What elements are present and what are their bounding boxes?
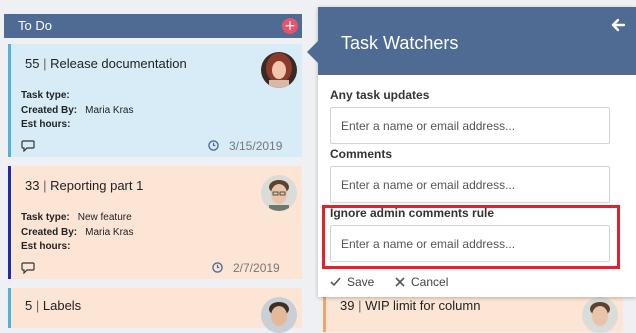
card-separator: | bbox=[35, 298, 40, 313]
ignore-admin-comments-input[interactable] bbox=[330, 225, 610, 262]
comment-icon[interactable] bbox=[21, 262, 35, 274]
due-date: 2/7/2019 bbox=[233, 261, 280, 275]
plus-icon: + bbox=[284, 18, 296, 34]
x-icon bbox=[395, 277, 405, 287]
task-watchers-popup: Task Watchers Any task updates Comments … bbox=[307, 7, 636, 297]
column-header: To Do + bbox=[4, 14, 302, 38]
card-title-text: Labels bbox=[42, 298, 82, 313]
cancel-label: Cancel bbox=[411, 275, 449, 289]
task-card-39[interactable]: 39 | WIP limit for column bbox=[323, 292, 623, 333]
clock-icon bbox=[208, 140, 219, 151]
task-type-label: Task type: bbox=[21, 90, 70, 101]
created-by-value: Maria Kras bbox=[85, 226, 134, 238]
popup-title: Task Watchers bbox=[341, 33, 459, 53]
clock-icon bbox=[212, 262, 223, 273]
card-title-text: Reporting part 1 bbox=[50, 178, 144, 193]
task-type-value: New feature bbox=[77, 212, 132, 223]
cancel-button[interactable]: Cancel bbox=[395, 275, 448, 289]
save-button[interactable]: Save bbox=[330, 275, 374, 289]
card-separator: | bbox=[43, 56, 47, 71]
check-icon bbox=[330, 277, 341, 287]
card-number: 55 bbox=[25, 56, 40, 71]
est-hours-label: Est hours: bbox=[21, 119, 71, 130]
comment-icon[interactable] bbox=[21, 140, 35, 152]
avatar bbox=[582, 297, 618, 333]
due-date: 3/15/2019 bbox=[229, 139, 283, 153]
task-type-label: Task type: bbox=[21, 212, 70, 223]
card-title-text: Release documentation bbox=[50, 56, 187, 71]
comments-input[interactable] bbox=[330, 166, 610, 203]
add-task-button[interactable]: + bbox=[282, 18, 298, 34]
back-arrow-icon[interactable] bbox=[610, 17, 626, 33]
card-number: 5 bbox=[25, 298, 33, 313]
created-by-label: Created By: bbox=[21, 104, 78, 116]
card-separator: | bbox=[43, 178, 47, 193]
save-label: Save bbox=[347, 275, 375, 289]
comments-label: Comments bbox=[330, 147, 393, 161]
card-title: 39 | WIP limit for column bbox=[340, 298, 480, 313]
ignore-admin-comments-label: Ignore admin comments rule bbox=[330, 206, 495, 220]
task-card-55[interactable]: 55 | Release documentation Task type: Cr… bbox=[8, 44, 302, 157]
task-card-5[interactable]: 5 | Labels bbox=[8, 288, 302, 333]
card-number: 33 bbox=[25, 178, 40, 193]
card-separator: | bbox=[358, 298, 362, 313]
created-by-label: Created By: bbox=[21, 226, 78, 238]
popup-pointer bbox=[307, 41, 318, 63]
card-title: 33 | Reporting part 1 bbox=[25, 178, 143, 193]
card-title: 55 | Release documentation bbox=[25, 56, 187, 71]
card-title: 5 | Labels bbox=[25, 298, 81, 313]
avatar bbox=[261, 175, 297, 211]
card-fields: Task type: Created By: Maria Kras Est hou… bbox=[21, 89, 134, 133]
popup-header: Task Watchers bbox=[307, 7, 636, 75]
task-card-33[interactable]: 33 | Reporting part 1 Task type: New feat… bbox=[8, 166, 302, 279]
created-by-value: Maria Kras bbox=[85, 104, 134, 116]
any-task-updates-input[interactable] bbox=[330, 107, 610, 144]
avatar bbox=[261, 52, 297, 88]
card-fields: Task type: New feature Created By: Maria K… bbox=[21, 211, 134, 255]
column-title: To Do bbox=[18, 18, 52, 33]
card-number: 39 bbox=[340, 298, 355, 313]
any-task-updates-label: Any task updates bbox=[330, 88, 430, 102]
card-title-text: WIP limit for column bbox=[365, 298, 481, 313]
avatar bbox=[261, 297, 297, 333]
est-hours-label: Est hours: bbox=[21, 241, 71, 252]
